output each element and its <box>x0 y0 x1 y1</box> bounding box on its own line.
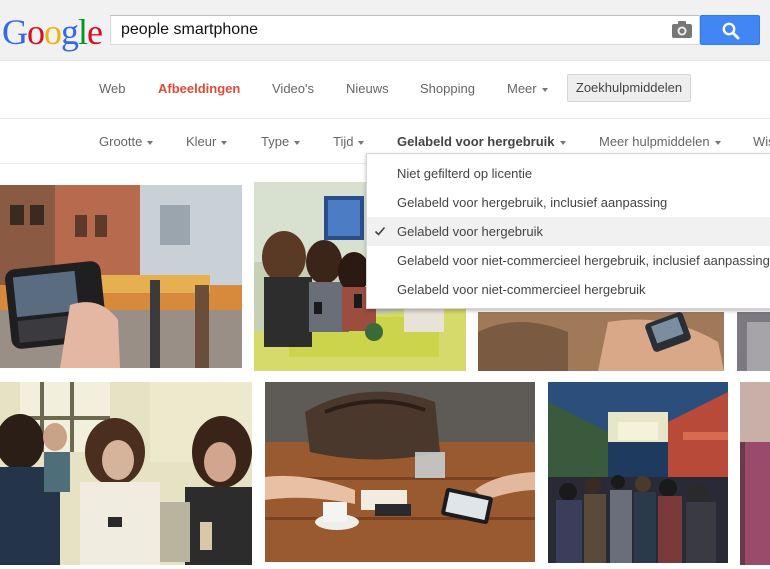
filter-type-label: Type <box>261 134 290 149</box>
chevron-down-icon <box>147 140 154 145</box>
street-phone-photo <box>0 185 242 368</box>
option-not-filtered[interactable]: Niet gefilterd op licentie <box>367 159 770 188</box>
image-result[interactable] <box>0 185 242 368</box>
chevron-down-icon <box>559 140 566 145</box>
image-result[interactable] <box>0 382 252 565</box>
filter-size-label: Grootte <box>99 134 143 149</box>
usage-rights-dropdown: Niet gefilterd op licentie Gelabeld voor… <box>366 153 770 309</box>
option-label: Gelabeld voor niet-commercieel hergebrui… <box>397 253 770 268</box>
search-nav: Web Afbeeldingen Video's Nieuws Shopping… <box>0 61 770 119</box>
option-reuse[interactable]: Gelabeld voor hergebruik <box>367 217 770 246</box>
filter-size[interactable]: Grootte <box>99 134 154 150</box>
search-input[interactable] <box>121 16 661 44</box>
chevron-down-icon <box>221 140 228 145</box>
option-label: Niet gefilterd op licentie <box>397 166 533 181</box>
option-label: Gelabeld voor hergebruik <box>397 224 543 239</box>
edge-photo-2 <box>740 382 770 565</box>
filter-usage-rights[interactable]: Gelabeld voor hergebruik <box>397 134 566 150</box>
option-noncommercial-reuse-with-modification[interactable]: Gelabeld voor niet-commercieel hergebrui… <box>367 246 770 275</box>
tab-shopping[interactable]: Shopping <box>420 81 475 97</box>
filter-time-label: Tijd <box>333 134 354 149</box>
teens-texting-photo <box>0 382 252 565</box>
filter-time[interactable]: Tijd <box>333 134 365 150</box>
filter-type[interactable]: Type <box>261 134 301 150</box>
top-bar: Google <box>0 0 770 61</box>
filter-usage-rights-label: Gelabeld voor hergebruik <box>397 134 555 149</box>
image-result[interactable] <box>265 382 535 562</box>
option-noncommercial-reuse[interactable]: Gelabeld voor niet-commercieel hergebrui… <box>367 275 770 304</box>
image-result[interactable] <box>737 312 770 371</box>
search-box <box>110 15 700 45</box>
chevron-down-icon <box>714 140 721 145</box>
tab-meer-label: Meer <box>507 81 537 96</box>
subway-crowd-photo <box>548 382 728 563</box>
filter-clear[interactable]: Wis <box>753 134 770 150</box>
hand-phone-photo <box>478 312 724 371</box>
search-tools-button[interactable]: Zoekhulpmiddelen <box>567 74 691 102</box>
filter-more-tools-label: Meer hulpmiddelen <box>599 134 710 149</box>
filter-more-tools[interactable]: Meer hulpmiddelen <box>599 134 721 150</box>
checkmark-icon <box>374 226 386 236</box>
option-label: Gelabeld voor hergebruik, inclusief aanp… <box>397 195 668 210</box>
filter-color-label: Kleur <box>186 134 217 149</box>
cafe-table-photo <box>265 382 535 562</box>
edge-photo-1 <box>737 312 770 371</box>
search-icon <box>722 22 740 40</box>
tab-nieuws[interactable]: Nieuws <box>346 81 389 97</box>
image-result[interactable] <box>478 312 724 371</box>
tab-web[interactable]: Web <box>99 81 126 97</box>
option-reuse-with-modification[interactable]: Gelabeld voor hergebruik, inclusief aanp… <box>367 188 770 217</box>
filter-color[interactable]: Kleur <box>186 134 228 150</box>
camera-icon[interactable] <box>670 18 694 42</box>
chevron-down-icon <box>294 140 301 145</box>
tab-afbeeldingen[interactable]: Afbeeldingen <box>158 81 240 97</box>
tab-videos[interactable]: Video's <box>272 81 314 97</box>
search-button[interactable] <box>700 15 760 45</box>
image-result[interactable] <box>548 382 728 563</box>
chevron-down-icon <box>358 140 365 145</box>
image-result[interactable] <box>740 382 770 565</box>
tab-meer[interactable]: Meer <box>507 81 548 97</box>
option-label: Gelabeld voor niet-commercieel hergebrui… <box>397 282 646 297</box>
chevron-down-icon <box>541 87 548 92</box>
google-logo[interactable]: Google <box>2 12 103 52</box>
